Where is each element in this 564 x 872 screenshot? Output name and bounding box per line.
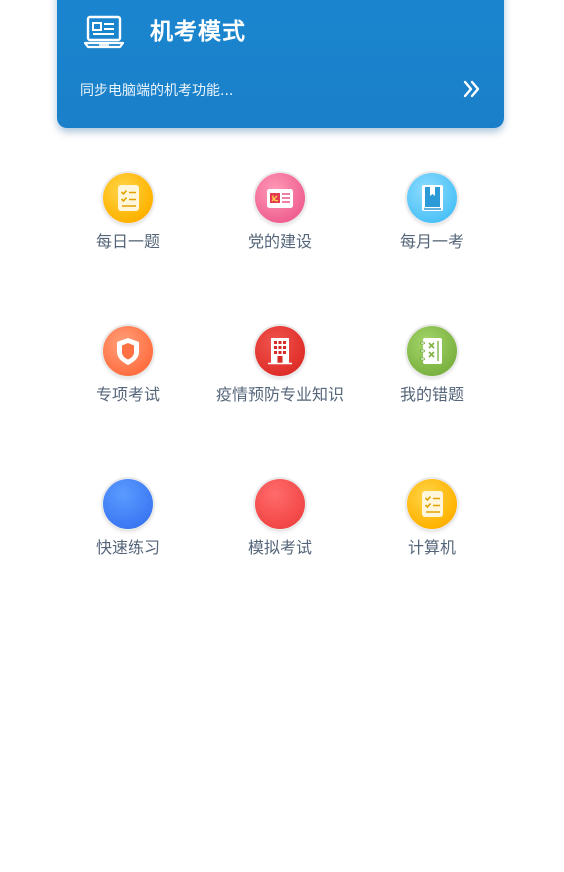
- banner-title: 机考模式: [150, 19, 246, 45]
- grid-item-monthly-exam[interactable]: 每月一考: [357, 173, 507, 263]
- grid-item-quick-practice[interactable]: 快速练习: [53, 479, 203, 569]
- grid-item-computer[interactable]: 计算机: [357, 479, 507, 569]
- grid-item-label: 计算机: [407, 538, 456, 557]
- grid-item-label: 模拟考试: [247, 538, 312, 557]
- computer-icon: [83, 14, 125, 50]
- grid-item-epidemic-prevention[interactable]: 疫情预防专业知识: [205, 326, 355, 416]
- grid-item-my-mistakes[interactable]: 我的错题: [357, 326, 507, 416]
- grid-item-label: 疫情预防专业知识: [215, 385, 344, 404]
- grid-item-party-building[interactable]: 党的建设: [205, 173, 355, 263]
- grid-item-daily-question[interactable]: 每日一题: [53, 173, 203, 263]
- grid-item-label: 专项考试: [95, 385, 160, 404]
- grid-item-label: 快速练习: [95, 538, 160, 557]
- grid-item-special-exam[interactable]: 专项考试: [53, 326, 203, 416]
- grid-item-label: 我的错题: [399, 385, 464, 404]
- double-chevron-right-icon[interactable]: [462, 76, 482, 102]
- banner-subtitle: 同步电脑端的机考功能...: [80, 83, 234, 99]
- grid-item-label: 每月一考: [399, 232, 464, 251]
- grid-item-mock-exam[interactable]: 模拟考试: [205, 479, 355, 569]
- grid-item-label: 每日一题: [95, 232, 160, 251]
- grid-item-label: 党的建设: [247, 232, 312, 251]
- page: 机考模式 同步电脑端的机考功能... 每日一题 党的建设 每月一考 专项考试 疫…: [0, 0, 564, 872]
- exam-mode-banner[interactable]: 机考模式 同步电脑端的机考功能...: [57, 0, 504, 128]
